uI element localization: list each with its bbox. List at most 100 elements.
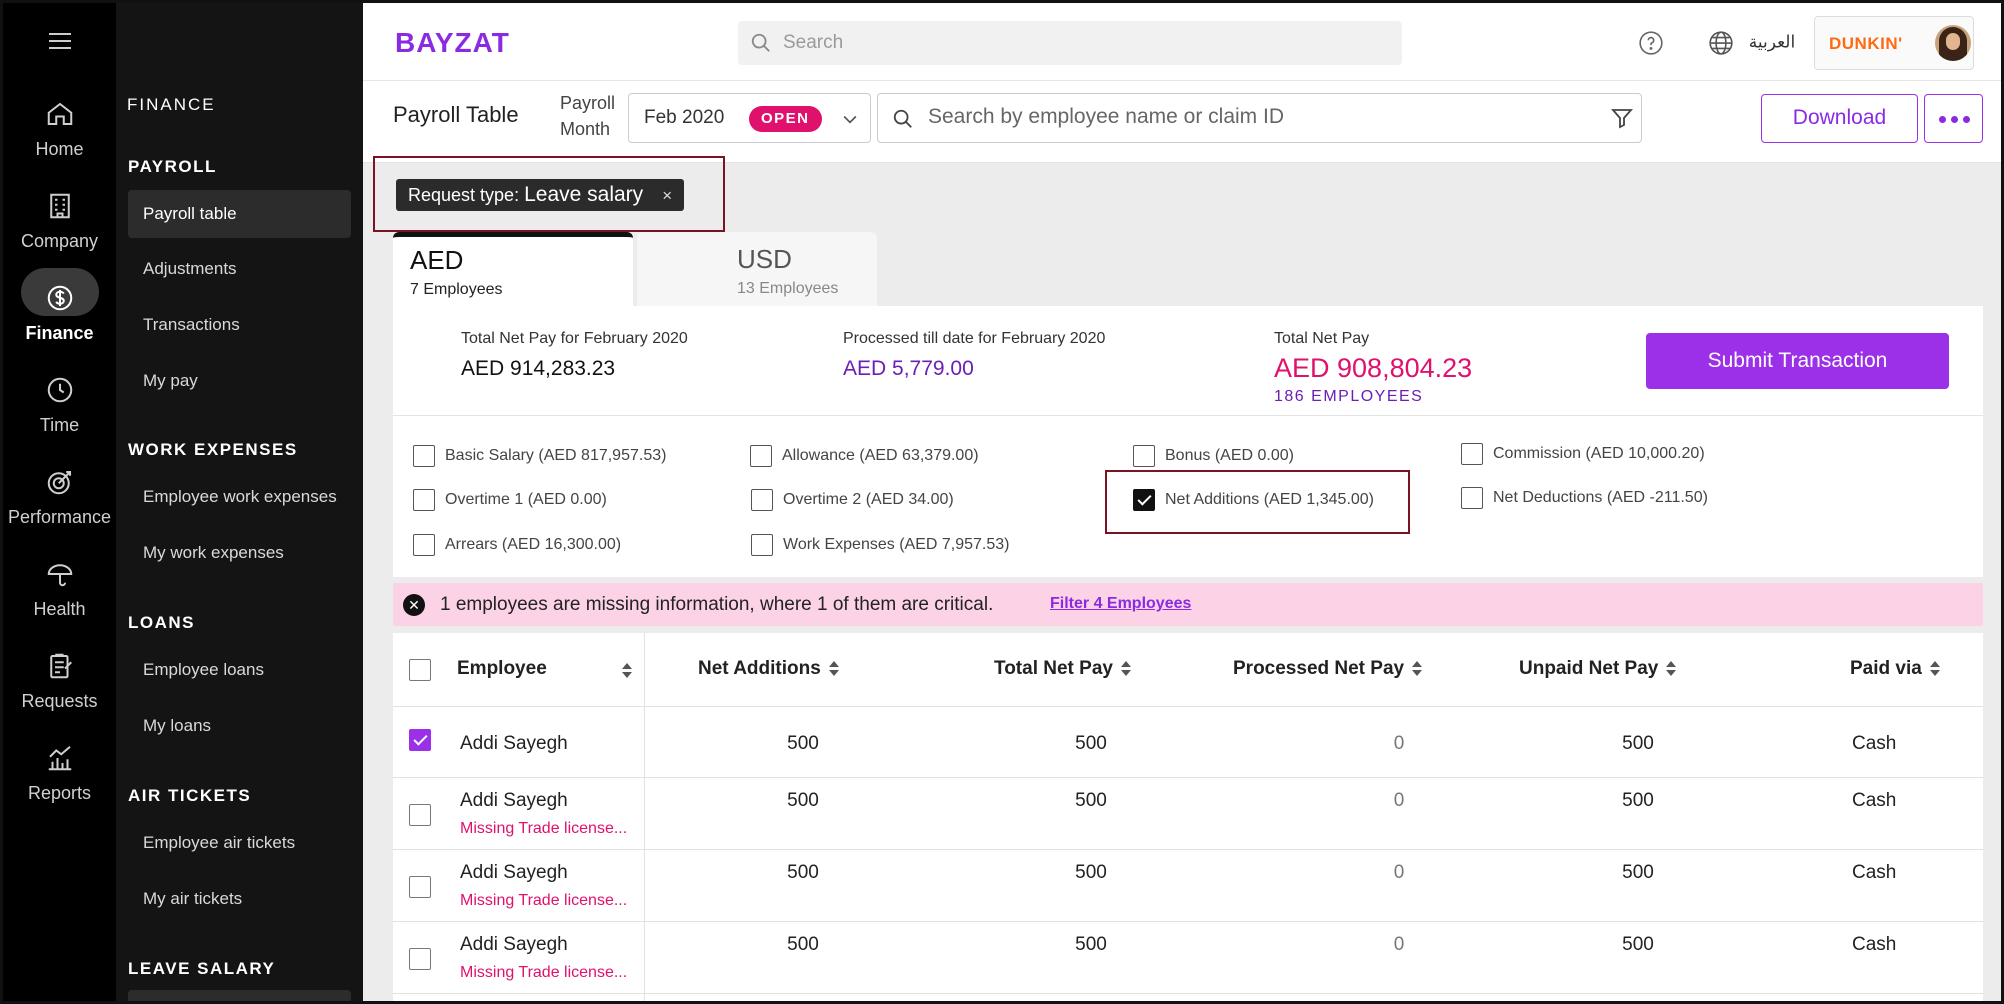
checkbox[interactable] (413, 445, 435, 467)
component-label: Commission (AED 10,000.20) (1493, 445, 1705, 463)
nav-home[interactable]: Home (3, 99, 116, 160)
nav-finance[interactable]: Finance (3, 268, 116, 344)
employee-name[interactable]: Addi Sayegh (460, 790, 568, 812)
sidebar-item-my-loans[interactable]: My loans (128, 702, 351, 750)
company-switcher[interactable]: DUNKIN' (1814, 16, 1974, 70)
sidebar-item-leave-salary[interactable] (128, 990, 351, 1001)
tab-aed[interactable]: AED 7 Employees (393, 232, 633, 306)
component-overtime-1[interactable]: Overtime 1 (AED 0.00) (413, 489, 607, 511)
nav-reports-label: Reports (27, 783, 92, 803)
sidebar-item-employee-air-tickets[interactable]: Employee air tickets (128, 819, 351, 867)
missing-info-warning[interactable]: Missing Trade license... (460, 892, 627, 910)
help-icon[interactable] (1638, 30, 1664, 56)
close-icon[interactable]: × (662, 180, 672, 212)
missing-info-warning[interactable]: Missing Trade license... (460, 964, 627, 982)
sidebar-item-my-pay[interactable]: My pay (128, 357, 351, 405)
checkbox[interactable] (751, 534, 773, 556)
nav-company[interactable]: Company (3, 191, 116, 252)
nav-company-label: Company (20, 231, 99, 251)
component-overtime-2[interactable]: Overtime 2 (AED 34.00) (751, 489, 954, 511)
checkbox[interactable] (413, 489, 435, 511)
sort-icon[interactable] (828, 660, 839, 677)
checkbox[interactable] (413, 534, 435, 556)
global-search-input[interactable]: Search (738, 21, 1402, 65)
cell-processed: 0 (1393, 733, 1405, 754)
sidebar-item-payroll-table[interactable]: Payroll table (128, 190, 351, 238)
sidebar-item-employee-work-expenses[interactable]: Employee work expenses (128, 473, 351, 521)
nav-performance-label: Performance (7, 507, 112, 527)
sidebar-item-employee-loans[interactable]: Employee loans (128, 646, 351, 694)
chart-icon (48, 745, 71, 771)
checkbox[interactable] (750, 445, 772, 467)
sidebar-item-transactions[interactable]: Transactions (128, 301, 351, 349)
component-label: Overtime 2 (AED 34.00) (783, 491, 954, 509)
top-header: BAYZAT Search العربية DUNKIN' (363, 3, 2001, 81)
sidebar-item-my-air-tickets[interactable]: My air tickets (128, 875, 351, 923)
nav-requests[interactable]: Requests (3, 651, 116, 712)
clipboard-icon (49, 653, 72, 679)
missing-info-warning[interactable]: Missing Trade license... (460, 820, 627, 838)
column-unpaid-net-pay[interactable]: Unpaid Net Pay (1519, 658, 1677, 680)
checkbox[interactable] (1133, 445, 1155, 467)
component-allowance[interactable]: Allowance (AED 63,379.00) (750, 445, 979, 467)
employee-search-input[interactable]: Search by employee name or claim ID (877, 93, 1642, 143)
row-checkbox[interactable] (409, 948, 431, 970)
table-row[interactable]: Addi Sayegh Missing Trade license... 500… (393, 850, 1983, 922)
nav-time[interactable]: Time (3, 375, 116, 436)
column-total-net-pay[interactable]: Total Net Pay (994, 658, 1131, 680)
nav-health[interactable]: Health (3, 559, 116, 620)
component-basic-salary[interactable]: Basic Salary (AED 817,957.53) (413, 445, 666, 467)
select-all-checkbox[interactable] (409, 659, 431, 681)
cell-processed: 0 (1393, 934, 1405, 955)
column-processed-net-pay[interactable]: Processed Net Pay (1233, 658, 1423, 680)
filter-chip[interactable]: Request type: Leave salary × (396, 179, 685, 212)
filter-employees-link[interactable]: Filter 4 Employees (1050, 595, 1191, 613)
nav-home-label: Home (35, 139, 84, 159)
sort-icon[interactable] (622, 663, 632, 679)
component-label: Overtime 1 (AED 0.00) (445, 491, 607, 509)
home-icon (47, 102, 72, 125)
sort-icon[interactable] (1412, 660, 1423, 677)
row-checkbox[interactable] (409, 876, 431, 898)
sidebar-item-my-work-expenses[interactable]: My work expenses (128, 529, 351, 577)
sort-icon[interactable] (1120, 660, 1131, 677)
checkbox[interactable] (1461, 487, 1483, 509)
employee-name[interactable]: Addi Sayegh (460, 862, 568, 884)
processed-stat: Processed till date for February 2020 AE… (843, 330, 1105, 381)
column-net-additions[interactable]: Net Additions (698, 658, 839, 680)
tab-usd[interactable]: USD 13 Employees (637, 232, 877, 306)
cell-net-additions: 500 (787, 862, 819, 883)
table-row[interactable]: Addi Sayegh Missing Trade license... 500… (393, 922, 1983, 994)
column-paid-via[interactable]: Paid via (1850, 658, 1940, 680)
nav-performance[interactable]: Performance (3, 467, 116, 528)
payroll-table: Employee Net Additions Total Net Pay Pro… (393, 633, 1983, 1001)
language-switcher[interactable]: العربية (1708, 30, 1795, 56)
component-commission[interactable]: Commission (AED 10,000.20) (1461, 443, 1705, 465)
employee-name[interactable]: Addi Sayegh (460, 733, 568, 755)
sidebar-item-adjustments[interactable]: Adjustments (128, 245, 351, 293)
checkbox[interactable] (751, 489, 773, 511)
component-arrears[interactable]: Arrears (AED 16,300.00) (413, 534, 621, 556)
bayzat-logo[interactable]: BAYZAT (395, 27, 510, 59)
column-employee[interactable]: Employee (457, 658, 547, 680)
nav-reports[interactable]: Reports (3, 743, 116, 804)
component-work-expenses[interactable]: Work Expenses (AED 7,957.53) (751, 534, 1009, 556)
checkbox[interactable] (1461, 443, 1483, 465)
menu-icon[interactable] (49, 33, 71, 49)
payroll-month-select[interactable]: Feb 2020 OPEN (628, 93, 871, 143)
pay-components: Basic Salary (AED 817,957.53) Allowance … (393, 416, 1983, 577)
row-checkbox[interactable] (409, 804, 431, 826)
table-row[interactable]: Addi Sayegh Missing Trade license... 500… (393, 778, 1983, 850)
filter-icon[interactable] (1610, 106, 1634, 130)
row-checkbox-checked[interactable] (409, 729, 431, 751)
more-options-button[interactable] (1924, 94, 1983, 143)
sort-icon[interactable] (1666, 660, 1677, 677)
cell-unpaid: 500 (1622, 934, 1654, 955)
component-net-deductions[interactable]: Net Deductions (AED -211.50) (1461, 487, 1708, 509)
table-row[interactable]: Addi Sayegh 500 500 0 500 Cash (393, 707, 1983, 778)
submit-transaction-button[interactable]: Submit Transaction (1646, 333, 1949, 389)
component-bonus[interactable]: Bonus (AED 0.00) (1133, 445, 1294, 467)
download-button[interactable]: Download (1761, 94, 1918, 143)
sort-icon[interactable] (1929, 660, 1940, 677)
employee-name[interactable]: Addi Sayegh (460, 934, 568, 956)
